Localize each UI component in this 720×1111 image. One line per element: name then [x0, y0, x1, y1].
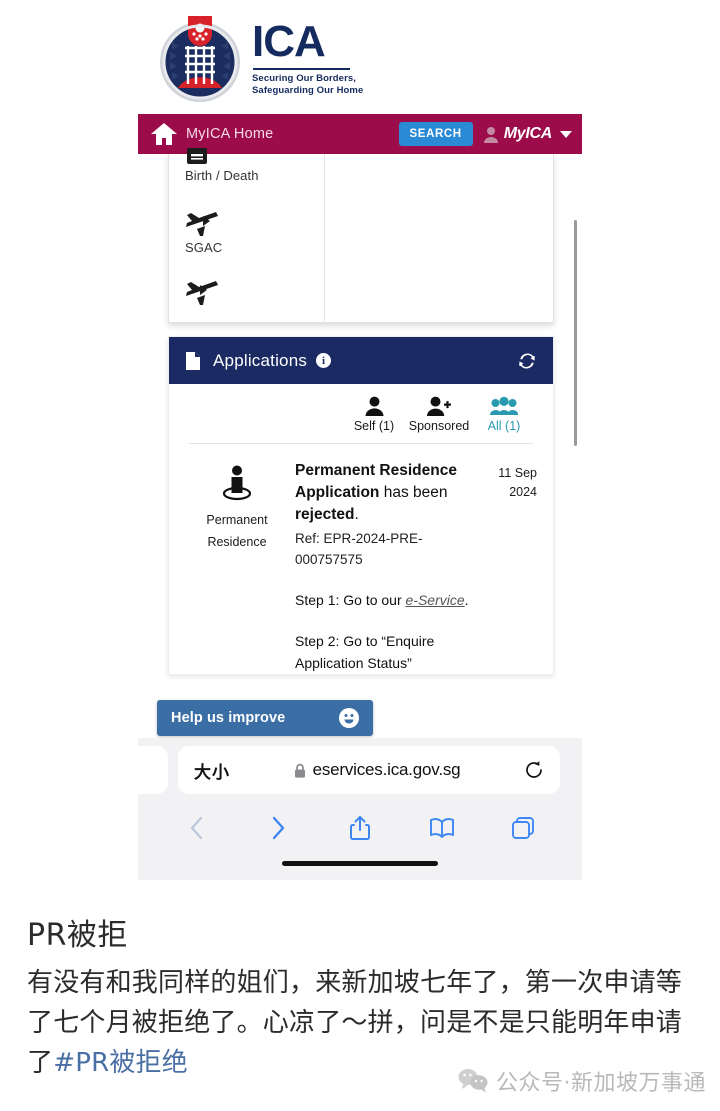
- ica-wordmark: ICA Securing Our Borders, Safeguarding O…: [252, 16, 363, 97]
- page-scrollbar[interactable]: [574, 220, 577, 446]
- url-row: 大小 eservices.ica.gov.sg: [122, 746, 582, 796]
- safari-browser-chrome: 大小 eservices.ica.gov.sg: [122, 738, 582, 880]
- home-label[interactable]: MyICA Home: [186, 126, 273, 142]
- share-icon[interactable]: [339, 811, 381, 845]
- tab-sponsored[interactable]: Sponsored: [408, 394, 470, 433]
- ica-tagline-1: Securing Our Borders,: [252, 72, 356, 84]
- application-step-1: Step 1: Go to our e-Service.: [295, 590, 477, 611]
- tab-label: All (1): [487, 419, 521, 433]
- person-location-icon: [222, 465, 252, 501]
- phone-screenshot: ICA Securing Our Borders, Safeguarding O…: [0, 0, 720, 880]
- dropdown-left-column: Birth / Death SGAC: [169, 148, 325, 322]
- post-hashtag[interactable]: #PR被拒绝: [53, 1048, 188, 1078]
- home-indicator: [282, 861, 438, 866]
- lock-icon: [294, 763, 305, 778]
- dropdown-right-column: [325, 154, 553, 322]
- document-icon: [186, 351, 200, 370]
- ica-crest-icon: [158, 6, 242, 106]
- chevron-right-icon[interactable]: [203, 216, 211, 226]
- post-body-line-1: 有没有和我同样的姐们，来新加坡七年了，第一: [27, 968, 578, 998]
- application-entry[interactable]: Permanent Residence Permanent Residence …: [169, 444, 553, 674]
- ica-name: ICA: [252, 16, 326, 66]
- tab-self[interactable]: Self (1): [343, 394, 405, 433]
- application-step-2: Step 2: Go to “Enquire Application Statu…: [295, 633, 435, 671]
- chevron-right-icon[interactable]: [200, 285, 207, 295]
- application-details: Permanent Residence Application has been…: [283, 460, 481, 674]
- forward-arrow-icon[interactable]: [257, 811, 299, 845]
- watermark: 公众号·新加坡万事通: [458, 1065, 706, 1097]
- tab-label: Self (1): [353, 419, 395, 433]
- feedback-label: Help us improve: [171, 710, 286, 726]
- tabs-icon[interactable]: [502, 811, 544, 845]
- ica-rule: [253, 67, 350, 70]
- airplane-icon: [186, 212, 218, 236]
- status-outcome: rejected: [295, 506, 355, 523]
- status-mid: has been: [379, 484, 448, 501]
- person-add-icon: [427, 394, 451, 416]
- applications-filter-tabs: Self (1) Sponsored All (1): [169, 384, 553, 439]
- menu-item-sgac[interactable]: SGAC: [169, 210, 222, 255]
- ica-logo: ICA Securing Our Borders, Safeguarding O…: [158, 6, 363, 106]
- account-label[interactable]: MyICA: [504, 125, 553, 143]
- address-bar[interactable]: 大小 eservices.ica.gov.sg: [178, 746, 560, 794]
- reload-icon[interactable]: [524, 760, 544, 780]
- search-button[interactable]: SEARCH: [398, 122, 473, 146]
- menu-item-air-secondary[interactable]: [169, 279, 219, 309]
- url-display[interactable]: eservices.ica.gov.sg: [230, 760, 524, 780]
- menu-item-birth-death[interactable]: Birth / Death: [169, 146, 259, 183]
- step1-prefix: Step 1: Go to our: [295, 592, 406, 609]
- ica-tagline-2: Safeguarding Our Home: [252, 84, 364, 96]
- bookmarks-icon[interactable]: [421, 811, 463, 845]
- status-end: .: [354, 506, 359, 523]
- back-arrow-icon[interactable]: [176, 811, 218, 845]
- thumbnail-label: Permanent Residence: [206, 513, 268, 549]
- person-icon: [365, 394, 384, 416]
- application-status-statement: Permanent Residence Application has been…: [295, 460, 477, 526]
- post-title: PR被拒: [27, 918, 128, 953]
- certificate-icon: [187, 148, 207, 164]
- application-date: 11 Sep 2024: [498, 466, 537, 499]
- applications-card-header: Applications i: [169, 337, 553, 384]
- smiley-icon: [339, 708, 359, 728]
- menu-item-label: SGAC: [185, 240, 223, 255]
- feedback-tab[interactable]: Help us improve: [157, 700, 373, 736]
- application-thumbnail: Permanent Residence: [191, 460, 283, 674]
- chevron-down-icon[interactable]: [560, 130, 572, 138]
- navbar-right: SEARCH MyICA: [398, 122, 582, 146]
- post-caption: PR被拒 有没有和我同样的姐们，来新加坡七年了，第一次申请等了七个月被拒绝了。心…: [0, 880, 720, 1111]
- applications-card: Applications i Self (1) Sponsored All (1…: [168, 336, 554, 676]
- step1-suffix: .: [464, 592, 469, 609]
- page-size-button[interactable]: 大小: [194, 758, 230, 783]
- tab-all[interactable]: All (1): [473, 394, 535, 433]
- people-group-icon: [490, 394, 518, 416]
- wechat-icon: [458, 1069, 488, 1093]
- e-service-link[interactable]: e-Service: [406, 592, 465, 608]
- applications-title: Applications: [213, 350, 308, 370]
- info-icon[interactable]: i: [316, 353, 332, 368]
- url-text: eservices.ica.gov.sg: [312, 760, 461, 779]
- application-reference: Ref: EPR-2024-PRE-000757575: [295, 531, 423, 567]
- watermark-text: 公众号·新加坡万事通: [496, 1071, 706, 1096]
- nav-dropdown-panel: Birth / Death SGAC: [168, 148, 554, 323]
- adjacent-tab-pill[interactable]: [122, 746, 168, 794]
- menu-item-label: Birth / Death: [185, 168, 259, 183]
- safari-toolbar: [138, 804, 582, 852]
- tab-label: Sponsored: [408, 419, 470, 433]
- ica-logo-band: ICA Securing Our Borders, Safeguarding O…: [138, 0, 582, 115]
- home-icon[interactable]: [150, 121, 178, 147]
- user-icon[interactable]: [483, 126, 499, 143]
- refresh-icon[interactable]: [517, 351, 537, 371]
